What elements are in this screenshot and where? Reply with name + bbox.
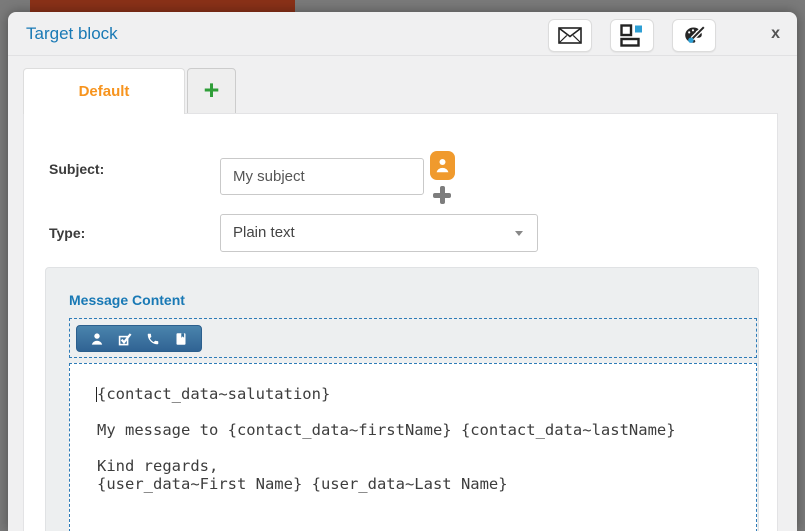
phone-icon[interactable] — [145, 331, 160, 346]
envelope-icon — [558, 27, 582, 44]
target-block-dialog: Target block — [8, 12, 797, 531]
person-icon — [435, 157, 450, 174]
type-label: Type: — [49, 225, 85, 241]
add-tab-button[interactable]: + — [187, 68, 236, 114]
add-field-button[interactable] — [432, 185, 452, 205]
close-button[interactable]: x — [771, 12, 780, 56]
chevron-down-icon — [515, 231, 523, 236]
dialog-title: Target block — [26, 12, 118, 56]
message-content-title: Message Content — [69, 292, 185, 308]
user-icon[interactable] — [90, 331, 105, 346]
merge-field-toolbar — [76, 325, 202, 352]
type-select-value: Plain text — [233, 224, 295, 241]
editor-toolbar-area — [69, 318, 757, 358]
contact-card-icon[interactable] — [173, 331, 188, 346]
tab-content-panel: Subject: Type: Plain text Message Conten… — [23, 113, 778, 531]
subject-input[interactable] — [220, 158, 424, 195]
tab-default[interactable]: Default — [23, 68, 185, 114]
layout-blocks-button[interactable] — [610, 19, 654, 52]
email-message-button[interactable] — [548, 19, 592, 52]
message-editor[interactable]: {contact_data~salutation} My message to … — [69, 363, 757, 531]
palette-icon — [683, 25, 706, 46]
blocks-icon — [620, 24, 644, 47]
sign-check-icon[interactable] — [118, 331, 133, 346]
message-body-text: {contact_data~salutation} My message to … — [97, 385, 748, 493]
type-select[interactable]: Plain text — [220, 214, 538, 252]
plus-icon: + — [204, 75, 220, 105]
personalize-button[interactable] — [430, 151, 455, 180]
subject-label: Subject: — [49, 161, 104, 177]
message-content-section: Message Content — [45, 267, 759, 531]
dialog-header: Target block — [8, 12, 797, 56]
design-palette-button[interactable] — [672, 19, 716, 52]
